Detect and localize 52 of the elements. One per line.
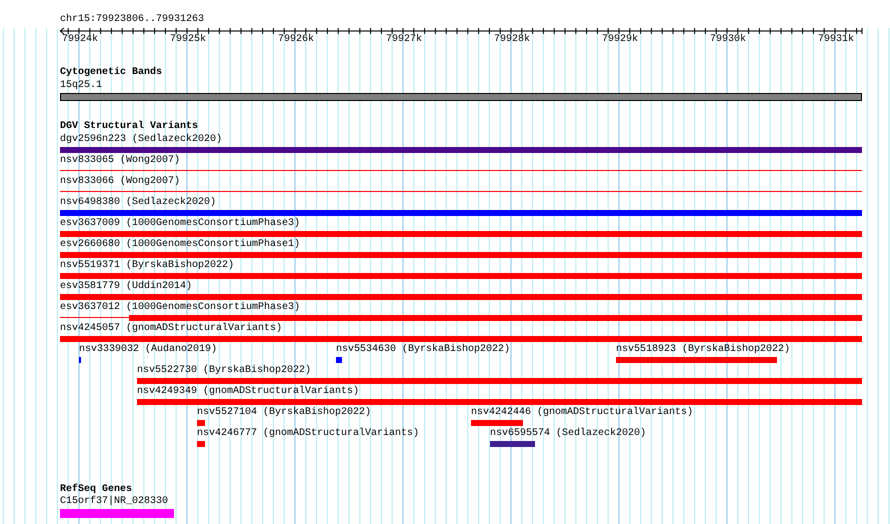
tick-label: 79930k	[710, 34, 746, 46]
feature-label: nsv6498380 (Sedlazeck2020)	[60, 197, 216, 209]
feature-label: nsv5534630 (ByrskaBishop2022)	[336, 344, 510, 356]
feature-bar[interactable]	[129, 315, 862, 321]
track-title: RefSeq Genes	[60, 484, 132, 496]
feature-bar[interactable]	[137, 399, 862, 405]
feature-bar[interactable]	[490, 441, 535, 447]
feature-label: nsv6595574 (Sedlazeck2020)	[490, 428, 646, 440]
feature-bar[interactable]	[60, 294, 862, 300]
tick-label: 79928k	[494, 34, 530, 46]
feature-line[interactable]	[60, 191, 862, 192]
tick-label: 79929k	[602, 34, 638, 46]
feature-label: nsv4245057 (gnomADStructuralVariants)	[60, 323, 282, 335]
feature-label: esv2660680 (1000GenomesConsortiumPhase1)	[60, 239, 300, 251]
feature-label: nsv3339032 (Audano2019)	[79, 344, 218, 356]
feature-label: esv3637012 (1000GenomesConsortiumPhase3)	[60, 302, 300, 314]
feature-bar[interactable]	[616, 357, 777, 363]
feature-label: nsv5518923 (ByrskaBishop2022)	[616, 344, 790, 356]
feature-label: nsv4249349 (gnomADStructuralVariants)	[137, 386, 360, 398]
feature-label: esv3581779 (Uddin2014)	[60, 281, 192, 293]
feature-line[interactable]	[60, 317, 129, 318]
feature-label: nsv4242446 (gnomADStructuralVariants)	[471, 407, 694, 419]
feature-bar[interactable]	[60, 210, 862, 216]
tick-label: 79931k	[818, 34, 854, 46]
feature-label: dgv2596n223 (Sedlazeck2020)	[60, 134, 222, 146]
feature-label: 15q25.1	[60, 80, 102, 92]
track-title: DGV Structural Variants	[60, 121, 198, 133]
feature-label: nsv5519371 (ByrskaBishop2022)	[60, 260, 234, 272]
feature-bar[interactable]	[60, 252, 862, 258]
tick-label: 79924k	[62, 34, 98, 46]
feature-label: nsv5527104 (ByrskaBishop2022)	[197, 407, 372, 419]
tick-label: 79927k	[386, 34, 422, 46]
feature-bar[interactable]	[60, 336, 862, 342]
feature-label: C15orf37|NR_028330	[60, 496, 168, 508]
feature-label: nsv4246777 (gnomADStructuralVariants)	[197, 428, 420, 440]
feature-bar[interactable]	[137, 378, 862, 384]
feature-bar[interactable]	[60, 147, 862, 153]
feature-bar[interactable]	[60, 231, 862, 237]
feature-label: esv3637009 (1000GenomesConsortiumPhase3)	[60, 218, 300, 230]
feature-line[interactable]	[60, 170, 862, 171]
tick-label: 79925k	[170, 34, 206, 46]
feature-label: nsv5522730 (ByrskaBishop2022)	[137, 365, 312, 377]
track-title: Cytogenetic Bands	[60, 67, 162, 79]
location-text: chr15:79923806..79931263	[60, 14, 204, 26]
feature-bar[interactable]	[60, 273, 862, 279]
feature-bar[interactable]	[197, 441, 205, 447]
feature-label: nsv833066 (Wong2007)	[60, 176, 180, 188]
feature-bar[interactable]	[471, 420, 523, 426]
feature-bar[interactable]	[336, 357, 342, 363]
feature-bar[interactable]	[197, 420, 205, 426]
tick-label: 79926k	[278, 34, 314, 46]
feature-label: nsv833065 (Wong2007)	[60, 155, 180, 167]
